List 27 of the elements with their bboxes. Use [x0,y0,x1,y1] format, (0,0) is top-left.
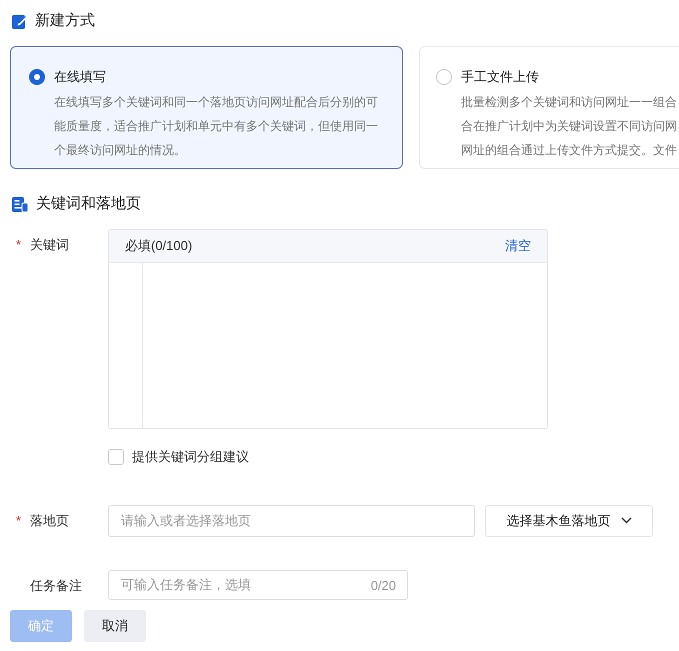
required-mark: * [16,512,22,530]
method-option-card[interactable]: 手工文件上传 批量检测多个关键词和访问网址一一组合 合在推广计划中为关键词设置不同访问网 网址的组合通过上传文件方式提交。文件 [419,46,679,169]
section-title: 新建方式 [35,10,95,31]
keyword-count: 必填(0/100) [125,237,192,256]
option-description: 批量检测多个关键词和访问网址一一组合 合在推广计划中为关键词设置不同访问网 网址的组合通过上传文件方式提交。文件 [461,94,677,158]
checkbox-label: 提供关键词分组建议 [132,448,249,466]
landing-page-select[interactable]: 选择基木鱼落地页 [485,504,653,536]
option-label: 在线填写 [54,68,106,86]
option-description: 在线填写多个关键词和同一个落地页访问网址配合后分别的可 能质量度，适合推广计划和单元中有多个关键词，但使用同一 个最终访问网址的情况。 [54,94,378,158]
landing-page-field[interactable]: 请输入或者选择落地页 [108,504,475,536]
checkbox[interactable] [108,448,124,465]
cancel-button[interactable]: 取消 [84,610,146,642]
method-option-card[interactable]: 在线填写 在线填写多个关键词和同一个落地页访问网址配合后分别的可 能质量度，适合推广计划和单元中有多个关键词，但使用同一 个最终访问网址的情况。 [10,46,403,169]
document-icon [12,196,28,212]
section-title: 关键词和落地页 [36,194,141,214]
required-mark: * [16,236,22,254]
field-label: 任务备注 [30,576,82,594]
character-counter: 0/20 [370,576,396,594]
option-label: 手工文件上传 [461,68,539,86]
field-label: 落地页 [30,512,69,530]
edit-icon [12,14,27,28]
field-label: 关键词 [30,236,69,254]
radio-button[interactable] [436,68,452,85]
chevron-down-icon [620,517,632,524]
radio-button[interactable] [29,68,45,85]
clear-link[interactable]: 清空 [505,236,531,256]
keyword-input-area[interactable]: 必填(0/100) 清空 [108,229,548,429]
